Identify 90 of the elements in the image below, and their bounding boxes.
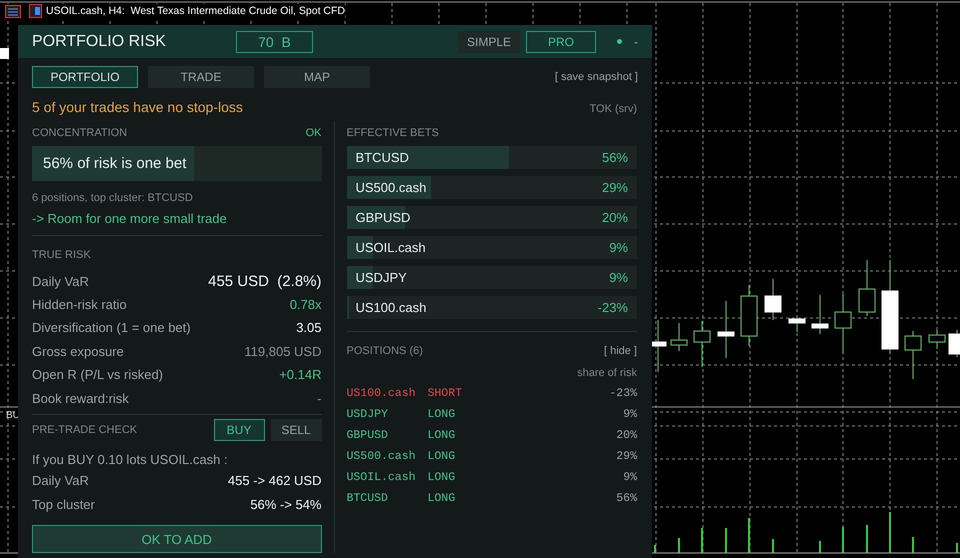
position-side: LONG	[428, 450, 456, 463]
position-share: 20%	[616, 429, 637, 442]
price-marker	[0, 48, 9, 59]
position-side: LONG	[428, 471, 456, 484]
position-symbol: USDJPY	[346, 408, 389, 421]
column-heading: share of risk	[577, 367, 637, 379]
document-icon[interactable]	[29, 4, 42, 18]
bet-symbol: US500.cash	[356, 180, 426, 195]
position-share: 29%	[616, 450, 637, 463]
position-share: 56%	[616, 492, 637, 505]
metric-label: Daily VaR	[32, 473, 89, 488]
section-heading: EFFECTIVE BETS	[346, 127, 440, 139]
metric-value: 56% -> 54%	[250, 497, 322, 512]
side-button[interactable]: BUY	[214, 419, 264, 441]
metric-value: 3.05	[296, 320, 322, 335]
bet-symbol: BTCUSD	[356, 150, 409, 165]
bet-share: 29%	[602, 180, 628, 195]
side-button[interactable]: SELL	[270, 419, 322, 441]
bet-share: 56%	[602, 150, 628, 165]
candle	[650, 320, 666, 372]
chart-title: USOIL.cash, H4: West Texas Intermediate Crude Oil, Spot CFD	[46, 5, 345, 17]
candle	[694, 320, 710, 368]
position-side: LONG	[428, 429, 456, 442]
position-symbol: US500.cash	[346, 450, 417, 463]
position-share: 9%	[623, 471, 637, 484]
position-side: LONG	[428, 492, 456, 505]
position-share: -23%	[609, 387, 637, 400]
candle	[670, 322, 688, 352]
position-side: SHORT	[428, 387, 462, 400]
position-share: 9%	[623, 408, 637, 421]
candle	[812, 294, 828, 334]
concentration-detail: 6 positions, top cluster: BTCUSD	[32, 192, 194, 204]
candle	[904, 330, 922, 380]
candle	[788, 316, 806, 332]
session-label: TOK (srv)	[590, 103, 637, 115]
advice-text: -> Room for one more small trade	[32, 211, 228, 226]
tab[interactable]: MAP	[264, 66, 370, 88]
candle	[858, 260, 876, 316]
candle	[928, 330, 946, 350]
metric-label: Gross exposure	[32, 344, 124, 358]
status-label: OK	[306, 127, 322, 139]
metric-value: 0.78x	[290, 296, 322, 312]
panel-title: PORTFOLIO RISK	[32, 32, 167, 50]
concentration-headline: 56% of risk is one bet	[42, 155, 186, 172]
hide-link[interactable]: [ hide ]	[604, 345, 637, 357]
warning-text: 5 of your trades have no stop-loss	[32, 99, 243, 115]
ok-to-add-button[interactable]: OK TO ADD	[32, 525, 322, 553]
bet-share: 9%	[609, 270, 628, 285]
candle	[948, 330, 960, 358]
pre-trade-summary: If you BUY 0.10 lots USOIL.cash :	[32, 452, 229, 467]
tab[interactable]: TRADE	[148, 66, 254, 88]
candle	[718, 300, 734, 358]
minimize-button[interactable]: -	[634, 34, 638, 48]
metric-label: Daily VaR	[32, 274, 89, 289]
metric-value: -	[317, 390, 322, 406]
metric-value: 119,805 USD	[244, 344, 322, 358]
position-symbol: USOIL.cash	[346, 471, 417, 484]
candle	[764, 278, 782, 320]
metric-value: 455 USD (2.8%)	[208, 273, 322, 290]
metric-label: Book reward:risk	[32, 390, 129, 406]
position-symbol: US100.cash	[346, 387, 417, 400]
bet-share: 20%	[602, 210, 628, 225]
bet-symbol: GBPUSD	[356, 210, 410, 225]
status-dot	[617, 39, 622, 44]
bet-symbol: US100.cash	[356, 300, 426, 315]
bet-share: 9%	[609, 240, 628, 255]
position-symbol: GBPUSD	[346, 429, 389, 442]
metric-label: Diversification (1 = one bet)	[32, 320, 191, 335]
position-symbol: BTCUSD	[346, 492, 389, 505]
save-snapshot-link[interactable]: [ save snapshot ]	[554, 71, 638, 83]
section-heading: TRUE RISK	[32, 249, 92, 261]
bet-symbol: USDJPY	[356, 270, 407, 285]
metric-label: Hidden-risk ratio	[32, 296, 127, 312]
metric-value: +0.14R	[279, 367, 322, 382]
metric-label: Top cluster	[32, 497, 95, 512]
list-icon[interactable]	[5, 4, 21, 18]
mode-button[interactable]: PRO	[526, 30, 596, 52]
candle	[834, 294, 852, 354]
candle	[740, 284, 758, 346]
section-heading: CONCENTRATION	[32, 127, 128, 139]
score-badge: 70 B	[236, 30, 313, 52]
position-side: LONG	[428, 408, 456, 421]
section-heading: PRE-TRADE CHECK	[32, 424, 138, 436]
mode-button[interactable]: SIMPLE	[458, 30, 520, 52]
metric-value: 455 -> 462 USD	[228, 473, 322, 488]
bet-share: -23%	[598, 300, 628, 315]
metric-label: Open R (P/L vs risked)	[32, 367, 164, 382]
tab[interactable]: PORTFOLIO	[32, 66, 138, 88]
section-heading: POSITIONS (6)	[346, 345, 423, 357]
bet-symbol: USOIL.cash	[356, 240, 426, 255]
